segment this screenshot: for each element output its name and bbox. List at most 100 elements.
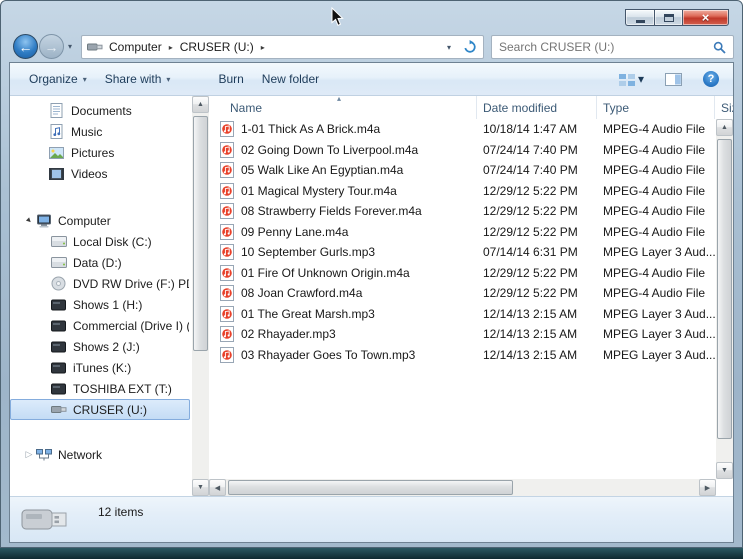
address-history-dropdown[interactable]: ▾ (441, 43, 457, 52)
file-row[interactable]: 02 Rhayader.mp3 12/14/13 2:15 AM MPEG La… (209, 324, 716, 345)
sidebar-item-label: Local Disk (C:) (73, 234, 152, 249)
documents-icon (48, 103, 65, 118)
address-bar[interactable]: Computer ▸ CRUSER (U:) ▸ ▾ (81, 35, 484, 59)
file-rows: 1-01 Thick As A Brick.m4a 10/18/14 1:47 … (209, 119, 716, 479)
preview-pane-icon (665, 72, 682, 86)
dvd-icon (50, 276, 67, 291)
sidebar-item-documents[interactable]: Documents (10, 100, 190, 121)
sidebar-item-computer[interactable]: ▸ Computer (10, 210, 190, 231)
file-date-modified: 12/29/12 5:22 PM (483, 286, 578, 301)
file-row[interactable]: 03 Rhayader Goes To Town.mp3 12/14/13 2:… (209, 345, 716, 366)
back-button[interactable]: ← (13, 34, 38, 59)
file-date-modified: 12/14/13 2:15 AM (483, 327, 578, 342)
forward-icon: → (44, 38, 59, 55)
organize-button[interactable]: Organize ▾ (20, 67, 96, 91)
file-date-modified: 07/14/14 6:31 PM (483, 245, 578, 260)
external-drive-icon (50, 341, 67, 353)
new-folder-button[interactable]: New folder (253, 67, 328, 91)
sidebar-item-videos[interactable]: Videos (10, 163, 190, 184)
breadcrumb-current[interactable]: CRUSER (U:) (174, 37, 260, 57)
maximize-button[interactable] (654, 9, 682, 26)
scroll-up-icon: ▲ (721, 124, 728, 131)
breadcrumb-computer[interactable]: Computer (103, 37, 168, 57)
sidebar-item-dvd-f[interactable]: DVD RW Drive (F:) PDT a (10, 273, 190, 294)
sidebar-scrollbar[interactable]: ▲ ▼ (192, 96, 209, 496)
file-type: MPEG-4 Audio File (603, 204, 706, 219)
sidebar-item-label: DVD RW Drive (F:) PDT a (73, 276, 189, 291)
scroll-up-button[interactable]: ▲ (192, 96, 209, 113)
audio-file-icon (220, 223, 234, 240)
scroll-right-button[interactable]: ▶ (699, 479, 716, 496)
music-icon (48, 124, 65, 139)
status-bar: 12 items (10, 496, 733, 542)
file-row[interactable]: 1-01 Thick As A Brick.m4a 10/18/14 1:47 … (209, 119, 716, 140)
chevron-down-icon: ▾ (166, 74, 171, 84)
recent-pages-dropdown[interactable]: ▾ (68, 42, 72, 51)
file-row[interactable]: 09 Penny Lane.m4a 12/29/12 5:22 PM MPEG-… (209, 222, 716, 243)
column-header-date-modified[interactable]: Date modified (477, 96, 597, 119)
file-name: 10 September Gurls.mp3 (241, 245, 376, 260)
help-button[interactable]: ? (699, 68, 723, 90)
file-name: 01 Magical Mystery Tour.m4a (241, 183, 397, 198)
close-icon: × (701, 10, 710, 25)
horizontal-scrollbar[interactable]: ◀ ▶ (209, 479, 716, 496)
forward-button[interactable]: → (39, 34, 64, 59)
audio-file-icon (220, 285, 234, 302)
column-header-type[interactable]: Type (597, 96, 715, 119)
file-type: MPEG Layer 3 Aud... (603, 327, 715, 342)
preview-pane-button[interactable] (661, 70, 686, 89)
share-with-button[interactable]: Share with ▾ (96, 67, 180, 91)
audio-file-icon (220, 121, 234, 138)
sidebar-item-shows2-j[interactable]: Shows 2 (J:) (10, 336, 190, 357)
scroll-down-button[interactable]: ▼ (192, 479, 209, 496)
change-view-button[interactable]: ▾ (615, 69, 648, 89)
sidebar-item-music[interactable]: Music (10, 121, 190, 142)
file-row[interactable]: 02 Going Down To Liverpool.m4a 07/24/14 … (209, 140, 716, 161)
file-row[interactable]: 01 Magical Mystery Tour.m4a 12/29/12 5:2… (209, 181, 716, 202)
external-drive-icon (50, 362, 67, 374)
search-input[interactable] (499, 40, 713, 54)
sidebar-item-local-disk-c[interactable]: Local Disk (C:) (10, 231, 190, 252)
breadcrumb-separator-icon[interactable]: ▸ (260, 43, 266, 52)
column-header-size[interactable]: Size (715, 96, 733, 119)
search-icon[interactable] (713, 41, 726, 54)
sidebar-item-itunes-k[interactable]: iTunes (K:) (10, 357, 190, 378)
file-row[interactable]: 01 Fire Of Unknown Origin.m4a 12/29/12 5… (209, 263, 716, 284)
sidebar-item-data-d[interactable]: Data (D:) (10, 252, 190, 273)
column-label: Type (603, 100, 630, 115)
file-list-scrollbar[interactable]: ▲ ▼ (716, 119, 733, 479)
expander-icon[interactable]: ▷ (23, 449, 35, 460)
file-row[interactable]: 10 September Gurls.mp3 07/14/14 6:31 PM … (209, 242, 716, 263)
column-header-name[interactable]: ▴ Name (209, 96, 477, 119)
scrollbar-thumb[interactable] (193, 116, 208, 351)
expander-icon[interactable]: ▸ (23, 215, 35, 226)
sidebar-item-toshiba-t[interactable]: TOSHIBA EXT (T:) (10, 378, 190, 399)
file-name: 03 Rhayader Goes To Town.mp3 (241, 347, 416, 362)
back-icon: ← (18, 38, 33, 55)
burn-button[interactable]: Burn (209, 67, 252, 91)
sidebar-item-pictures[interactable]: Pictures (10, 142, 190, 163)
scroll-up-button[interactable]: ▲ (716, 119, 733, 136)
file-row[interactable]: 01 The Great Marsh.mp3 12/14/13 2:15 AM … (209, 304, 716, 325)
file-date-modified: 12/14/13 2:15 AM (483, 306, 578, 321)
scroll-left-button[interactable]: ◀ (209, 479, 226, 496)
file-name: 08 Strawberry Fields Forever.m4a (241, 204, 422, 219)
refresh-button[interactable] (457, 36, 483, 58)
file-row[interactable]: 05 Walk Like An Egyptian.m4a 07/24/14 7:… (209, 160, 716, 181)
sidebar-item-shows1-h[interactable]: Shows 1 (H:) (10, 294, 190, 315)
scrollbar-thumb[interactable] (228, 480, 513, 495)
sidebar-item-cruser-u[interactable]: CRUSER (U:) (10, 399, 190, 420)
scroll-down-button[interactable]: ▼ (716, 462, 733, 479)
close-button[interactable]: × (682, 9, 729, 26)
file-name: 02 Rhayader.mp3 (241, 327, 336, 342)
sidebar-item-commercial-i[interactable]: Commercial (Drive I) (I:) (10, 315, 190, 336)
views-icon (618, 73, 635, 86)
sidebar-item-network[interactable]: ▷ Network (10, 444, 190, 465)
file-row[interactable]: 08 Strawberry Fields Forever.m4a 12/29/1… (209, 201, 716, 222)
scrollbar-thumb[interactable] (717, 139, 732, 439)
client-area: Organize ▾ Share with ▾ Burn New folder (9, 62, 734, 543)
command-toolbar: Organize ▾ Share with ▾ Burn New folder (10, 63, 733, 96)
minimize-button[interactable] (625, 9, 654, 26)
scroll-down-icon: ▼ (721, 467, 728, 474)
file-row[interactable]: 08 Joan Crawford.m4a 12/29/12 5:22 PM MP… (209, 283, 716, 304)
